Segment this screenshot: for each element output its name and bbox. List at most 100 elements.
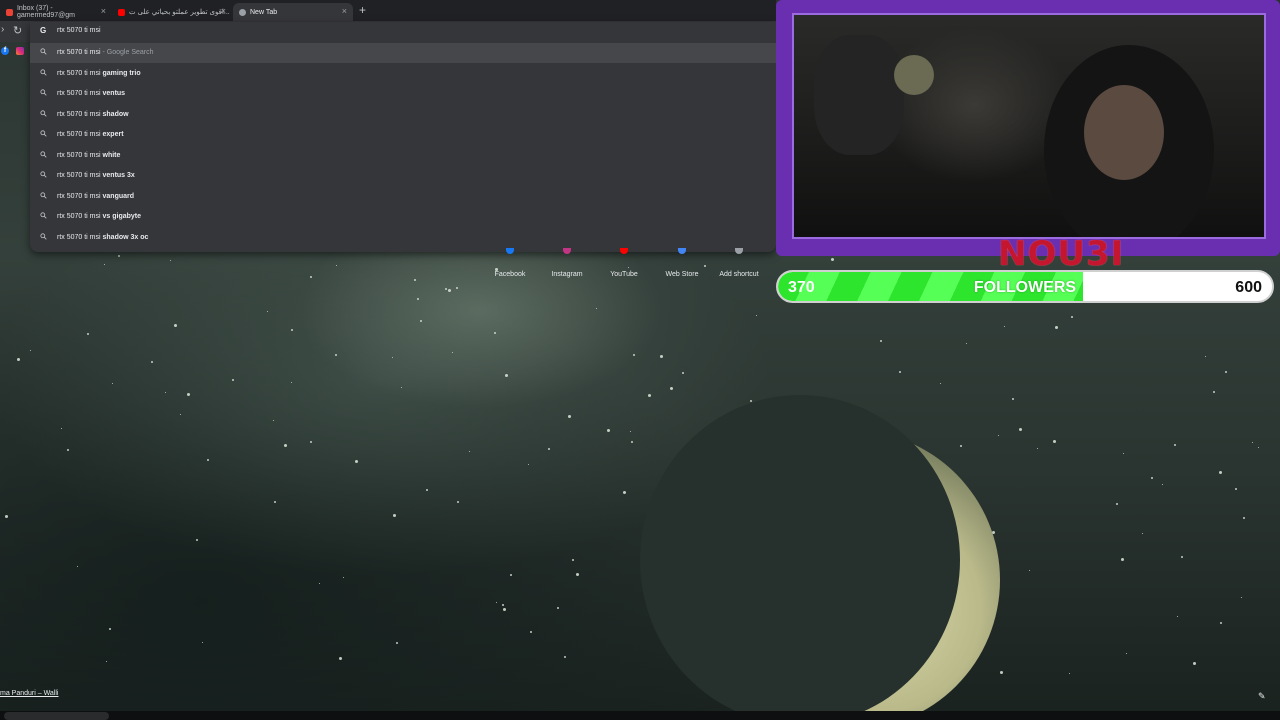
omnibox-suggestion[interactable]: rtx 5070 ti msi ventus 3x xyxy=(30,166,776,186)
follower-goal-label: FOLLOWERS xyxy=(973,279,1077,296)
star xyxy=(1204,355,1206,357)
wallpaper-credit-link[interactable]: ma Panduri – Walli xyxy=(0,690,59,697)
star xyxy=(426,488,429,491)
follower-goal-bar: 370 FOLLOWERS 600 xyxy=(776,270,1274,303)
omnibox-input[interactable]: rtx 5070 ti msi xyxy=(57,27,101,34)
suggestion-text: rtx 5070 ti msi gaming trio xyxy=(57,70,141,77)
tab-new-tab[interactable]: New Tab × xyxy=(233,3,353,21)
instagram-bookmark-icon[interactable] xyxy=(16,47,24,55)
star xyxy=(647,393,651,397)
star xyxy=(1150,476,1153,479)
star xyxy=(165,391,167,393)
tab-inbox[interactable]: Inbox (37) - gamermed97@gm × xyxy=(0,3,112,21)
star xyxy=(880,339,883,342)
star xyxy=(416,297,419,300)
star xyxy=(622,490,626,494)
star xyxy=(207,458,210,461)
customize-pencil-icon[interactable]: ✎ xyxy=(1258,691,1268,701)
suggestion-completion: vs gigabyte xyxy=(102,213,142,220)
shortcut-icon xyxy=(735,248,743,254)
back-arrow-icon[interactable]: › xyxy=(1,24,4,35)
windows-taskbar xyxy=(0,711,1280,720)
search-icon xyxy=(40,171,47,178)
star xyxy=(290,328,293,331)
suggestion-completion: vanguard xyxy=(102,192,135,200)
star xyxy=(173,324,177,328)
tab-youtube-video[interactable]: اقوى تطوير عملتو بحياتي على ت... × xyxy=(112,3,232,21)
shortcut-icon xyxy=(678,248,686,254)
search-icon xyxy=(40,109,47,117)
omnibox-suggestion[interactable]: rtx 5070 ti msi shadow 3x oc xyxy=(30,228,776,248)
star xyxy=(451,351,453,353)
star xyxy=(4,515,8,519)
chrome-favicon-icon xyxy=(239,8,246,16)
omnibox-suggestion[interactable]: rtx 5070 ti msi vs gigabyte xyxy=(30,207,776,227)
star xyxy=(1242,516,1245,519)
omnibox-input-row[interactable]: G rtx 5070 ti msi xyxy=(30,22,776,42)
suggestion-text: rtx 5070 ti msi shadow xyxy=(57,111,129,118)
star xyxy=(1122,452,1124,454)
reload-icon[interactable]: ↻ xyxy=(13,24,22,37)
star xyxy=(468,451,470,453)
omnibox-suggestion[interactable]: rtx 5070 ti msi vanguard xyxy=(30,187,776,207)
star xyxy=(1120,558,1124,562)
facebook-bookmark-icon[interactable]: f xyxy=(1,47,9,55)
star xyxy=(502,603,505,606)
suggestion-completion: gaming trio xyxy=(102,69,141,77)
shortcut-label: Instagram xyxy=(551,271,583,278)
tab-label: Inbox (37) - gamermed97@gm xyxy=(16,5,76,19)
suggestion-text: rtx 5070 ti msi ventus 3x xyxy=(57,172,135,179)
suggestion-prefix: rtx 5070 ti msi xyxy=(57,131,103,138)
star xyxy=(232,378,234,381)
suggestion-completion: shadow 3x oc xyxy=(102,233,149,241)
search-icon xyxy=(40,150,47,158)
close-tab-icon[interactable]: × xyxy=(342,6,347,16)
shortcut-label: Facebook xyxy=(494,271,526,278)
omnibox-suggestion[interactable]: rtx 5070 ti msi shadow xyxy=(30,105,776,125)
shortcut-youtube[interactable]: YouTube xyxy=(596,248,652,282)
star xyxy=(1258,446,1260,448)
omnibox-suggestion[interactable]: rtx 5070 ti msi - Google Search xyxy=(30,43,776,63)
shortcut-add-shortcut[interactable]: Add shortcut xyxy=(711,248,767,282)
suggestion-text: rtx 5070 ti msi - Google Search xyxy=(57,49,154,56)
google-g-icon: G xyxy=(40,26,47,35)
suggestion-prefix: rtx 5070 ti msi xyxy=(57,233,103,241)
suggestion-completion: ventus 3x xyxy=(102,172,135,179)
shortcut-icon xyxy=(620,248,628,254)
omnibox-suggestion[interactable]: rtx 5070 ti msi gaming trio xyxy=(30,64,776,84)
star xyxy=(965,342,967,344)
suggestion-text: rtx 5070 ti msi vs gigabyte xyxy=(57,213,141,220)
close-tab-icon[interactable]: × xyxy=(221,6,226,16)
suggestion-annotation: - Google Search xyxy=(100,49,154,56)
suggestion-prefix: rtx 5070 ti msi xyxy=(57,192,103,200)
shortcut-instagram[interactable]: Instagram xyxy=(539,248,595,282)
tab-label: New Tab xyxy=(250,8,278,16)
star xyxy=(1141,533,1143,535)
suggestion-prefix: rtx 5070 ti msi xyxy=(57,110,103,118)
close-tab-icon[interactable]: × xyxy=(101,6,106,16)
youtube-favicon-icon xyxy=(118,8,125,16)
star xyxy=(179,413,181,415)
omnibox-suggestion[interactable]: rtx 5070 ti msi white xyxy=(30,146,776,166)
star xyxy=(568,414,572,418)
omnibox-suggestion[interactable]: rtx 5070 ti msi expert xyxy=(30,125,776,145)
follower-goal-target: 600 xyxy=(1235,279,1262,296)
taskbar-search-box[interactable] xyxy=(4,712,109,720)
shortcut-web-store[interactable]: Web Store xyxy=(654,248,710,282)
webcam-feed xyxy=(792,13,1266,239)
star xyxy=(633,353,636,356)
star xyxy=(413,278,416,281)
shortcut-facebook[interactable]: Facebook xyxy=(482,248,538,282)
star xyxy=(898,371,901,374)
shortcut-label: Web Store xyxy=(665,271,699,278)
search-icon xyxy=(40,89,47,96)
shortcut-icon xyxy=(563,248,571,254)
star xyxy=(575,572,579,576)
star xyxy=(1218,471,1222,475)
new-tab-plus-icon[interactable]: + xyxy=(359,3,366,17)
star xyxy=(595,307,597,309)
face-area xyxy=(1084,85,1164,180)
omnibox-suggestion[interactable]: rtx 5070 ti msi ventus xyxy=(30,84,776,104)
suggestion-prefix: rtx 5070 ti msi xyxy=(57,69,103,77)
star xyxy=(529,630,532,633)
